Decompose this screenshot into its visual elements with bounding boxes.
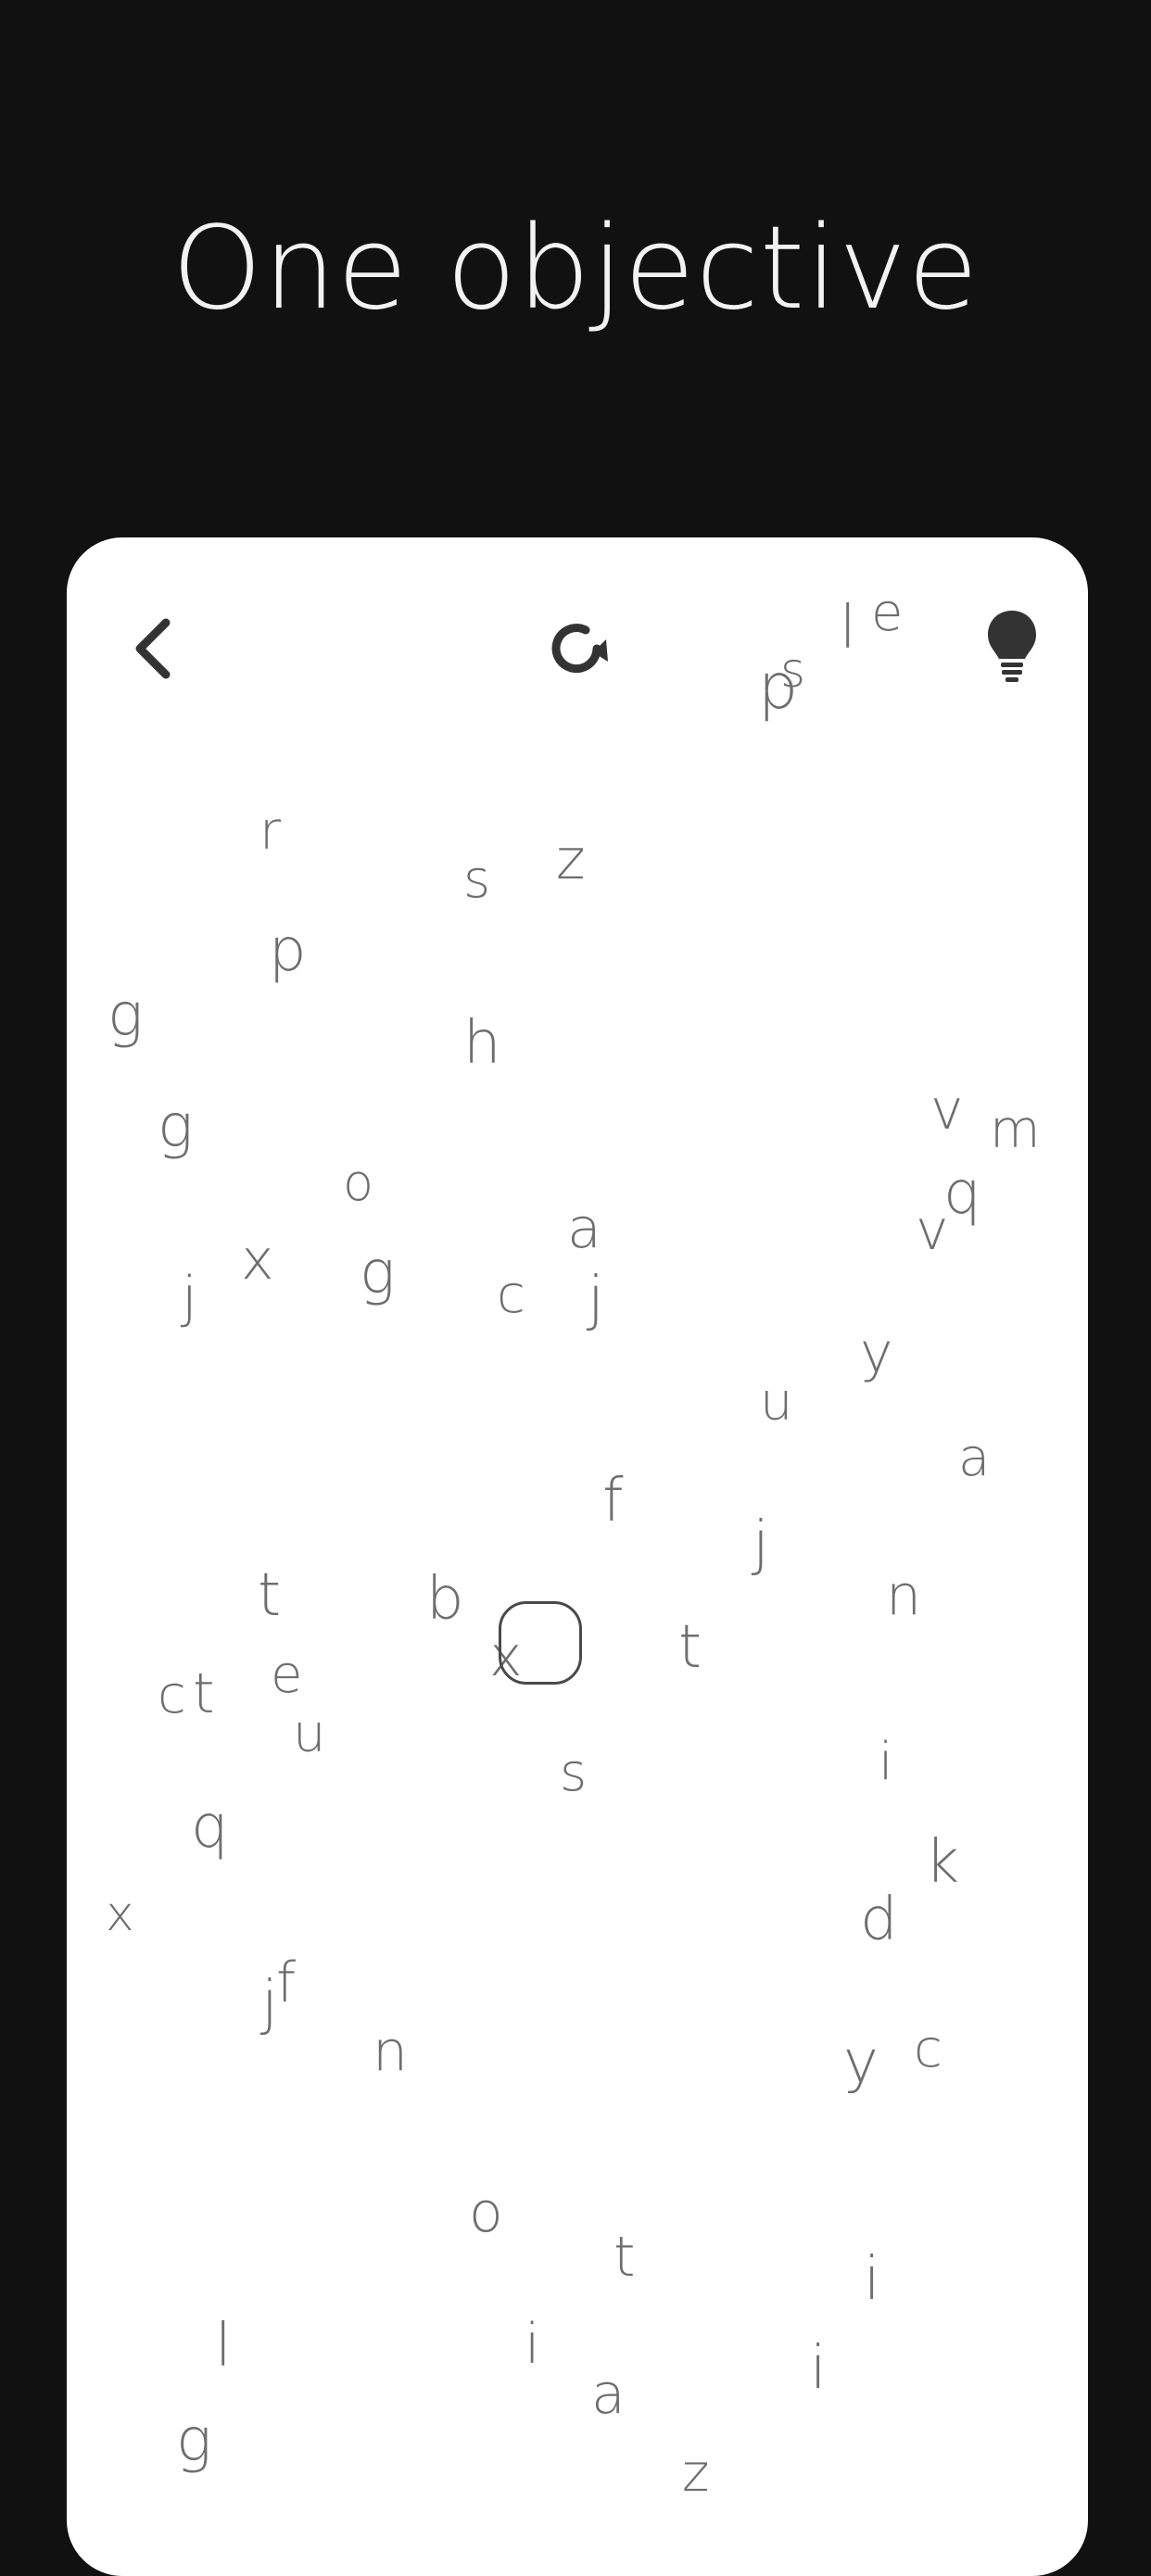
- letter-tile[interactable]: g: [360, 1244, 395, 1303]
- letter-tile[interactable]: v: [916, 1203, 949, 1258]
- letter-tile[interactable]: z: [556, 832, 586, 888]
- letter-tile[interactable]: t: [678, 1618, 702, 1677]
- letter-tile[interactable]: b: [426, 1570, 464, 1629]
- letter-tile[interactable]: n: [886, 1568, 921, 1623]
- letter-tile[interactable]: o: [469, 2185, 503, 2241]
- letter-tile[interactable]: i: [879, 1736, 893, 1788]
- letter-tile[interactable]: z: [682, 2448, 709, 2500]
- chevron-left-icon: [135, 618, 171, 679]
- letter-tile[interactable]: g: [158, 1097, 193, 1156]
- letter-tile[interactable]: u: [293, 1709, 326, 1761]
- letter-tile[interactable]: l: [215, 2317, 232, 2376]
- letter-tile[interactable]: s: [560, 1748, 587, 1799]
- letter-tile[interactable]: a: [958, 1433, 990, 1484]
- letter-tile[interactable]: y: [843, 2033, 879, 2092]
- letter-tile[interactable]: j: [753, 1514, 769, 1573]
- letter-tile[interactable]: s: [780, 647, 805, 695]
- letter-tile[interactable]: m: [990, 1105, 1041, 1156]
- letter-tile[interactable]: d: [860, 1890, 898, 1950]
- page-title: One objective: [171, 202, 980, 335]
- letter-tile[interactable]: t: [613, 2229, 636, 2285]
- letter-tile[interactable]: j: [588, 1269, 604, 1329]
- letter-tile[interactable]: j: [182, 1269, 197, 1325]
- letter-tile[interactable]: c: [914, 2024, 942, 2076]
- target-ring[interactable]: [499, 1601, 582, 1685]
- letter-tile[interactable]: i: [864, 2250, 880, 2309]
- hint-button[interactable]: [966, 595, 1058, 697]
- letter-tile[interactable]: g: [176, 2411, 211, 2470]
- letter-tile[interactable]: i: [810, 2339, 827, 2398]
- letter-tile[interactable]: r: [259, 806, 281, 858]
- letter-tile[interactable]: a: [567, 1201, 601, 1256]
- letter-tile[interactable]: t: [258, 1566, 281, 1625]
- letter-tile[interactable]: s: [463, 854, 490, 906]
- letter-tile[interactable]: x: [106, 1890, 134, 1938]
- letter-tile[interactable]: g: [108, 986, 143, 1045]
- letter-tile[interactable]: o: [343, 1158, 373, 1208]
- letter-tile[interactable]: a: [591, 2367, 626, 2422]
- letter-tile[interactable]: q: [191, 1798, 229, 1857]
- letter-tile[interactable]: l: [840, 599, 856, 658]
- letter-tile[interactable]: f: [276, 1955, 296, 2011]
- letter-tile[interactable]: k: [925, 1833, 959, 1892]
- refresh-icon: [551, 624, 608, 674]
- back-button[interactable]: [111, 607, 195, 690]
- game-board-card: lepsrszpghvmgqovxajgcjyuafjtbnxtcteusiqk…: [67, 537, 1088, 2576]
- letter-tile[interactable]: e: [271, 1649, 302, 1701]
- letter-tile[interactable]: c: [158, 1670, 186, 1722]
- letter-tile[interactable]: t: [193, 1666, 215, 1722]
- letter-tile[interactable]: h: [463, 1014, 501, 1073]
- letter-tile[interactable]: v: [930, 1082, 964, 1138]
- reset-button[interactable]: [532, 602, 625, 695]
- letter-tile[interactable]: i: [525, 2317, 540, 2372]
- letter-tile[interactable]: q: [943, 1164, 981, 1223]
- letter-tile[interactable]: c: [497, 1269, 525, 1321]
- lightbulb-icon: [988, 611, 1036, 682]
- letter-tile[interactable]: n: [373, 2024, 408, 2079]
- letter-tile[interactable]: y: [860, 1325, 893, 1381]
- letter-tile[interactable]: x: [241, 1232, 274, 1288]
- letter-tile[interactable]: e: [871, 587, 903, 639]
- letter-tile[interactable]: f: [602, 1471, 624, 1531]
- letter-tile[interactable]: u: [760, 1377, 793, 1429]
- letter-tile[interactable]: p: [269, 921, 307, 980]
